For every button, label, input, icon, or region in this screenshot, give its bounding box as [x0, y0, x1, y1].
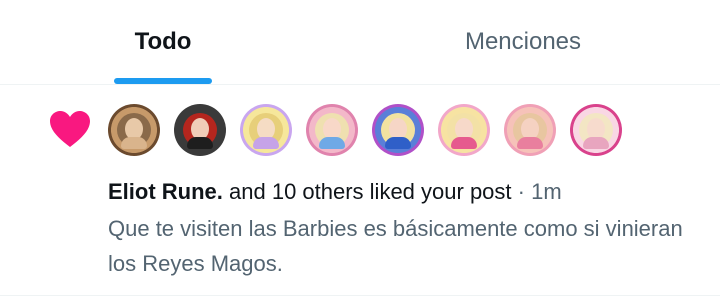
avatar[interactable] [174, 104, 226, 156]
avatar[interactable] [438, 104, 490, 156]
divider [0, 295, 720, 296]
avatar[interactable] [306, 104, 358, 156]
avatar[interactable] [570, 104, 622, 156]
action-text: and 10 others liked your post [229, 179, 512, 204]
notifications-tab-bar: Todo Menciones [0, 0, 720, 85]
avatar[interactable] [504, 104, 556, 156]
tab-todo[interactable]: Todo [96, 0, 230, 84]
timestamp: 1m [531, 179, 562, 204]
avatar[interactable] [108, 104, 160, 156]
tab-menciones[interactable]: Menciones [440, 0, 606, 84]
separator-dot: · [517, 179, 525, 204]
avatar[interactable] [240, 104, 292, 156]
tab-todo-label: Todo [134, 28, 192, 55]
heart-icon [50, 111, 90, 147]
tab-menciones-label: Menciones [464, 28, 582, 55]
notification-summary: Eliot Rune. and 10 others liked your pos… [108, 178, 708, 206]
liked-post-text: Que te visiten las Barbies es básicament… [108, 216, 683, 276]
active-tab-indicator [114, 78, 212, 84]
actor-name[interactable]: Eliot Rune. [108, 179, 223, 204]
avatar[interactable] [372, 104, 424, 156]
